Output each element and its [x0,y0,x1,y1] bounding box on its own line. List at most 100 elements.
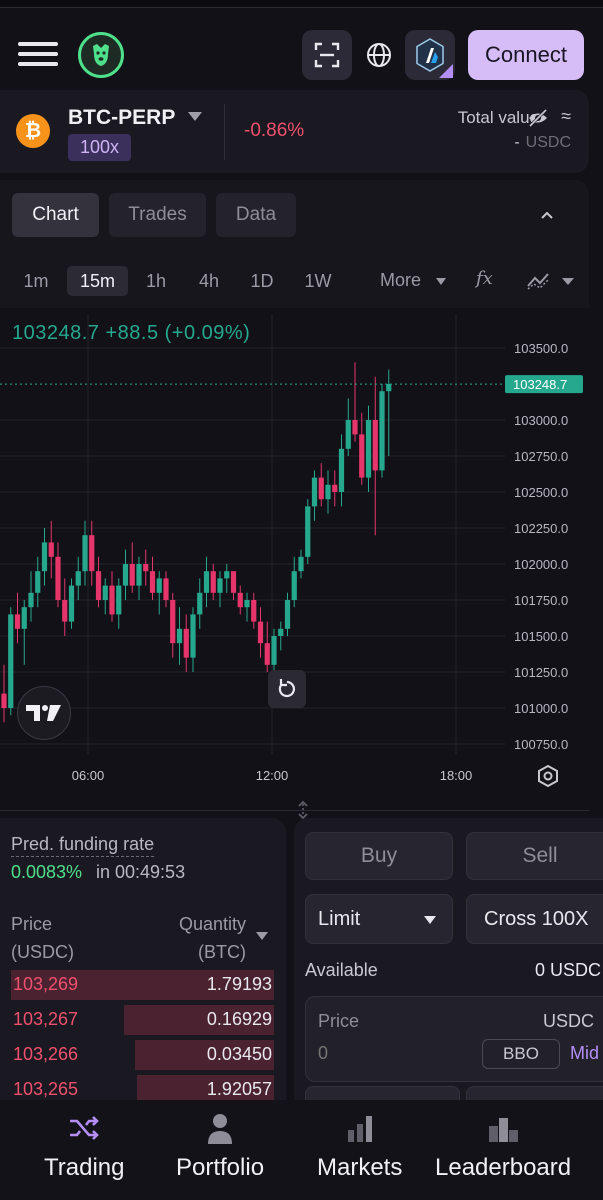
quantity-column-header[interactable]: Quantity (BTC) [166,910,246,966]
tab-data[interactable]: Data [216,193,296,237]
ask-row[interactable]: 103,266 0.03450 [11,1040,274,1070]
price-header-line2: (USDC) [11,942,74,962]
buy-button[interactable]: Buy [305,832,453,880]
size-field[interactable] [305,1086,460,1100]
indicators-fx-button[interactable]: fx [476,268,493,289]
nav-leaderboard[interactable]: Leaderboard [435,1112,571,1182]
ask-row[interactable]: 103,269 1.79193 [11,970,274,1000]
menu-icon[interactable] [18,42,58,68]
chevron-down-icon[interactable] [256,932,268,940]
candle [62,600,68,622]
y-tick-label: 101000.0 [514,701,568,716]
tradingview-logo[interactable] [17,686,71,740]
network-button[interactable] [405,30,455,80]
timeframe-4h[interactable]: 4h [189,266,229,296]
timeframe-1d[interactable]: 1D [242,266,282,296]
y-tick-label: 103000.0 [514,413,568,428]
chevron-up-icon[interactable] [540,208,554,222]
sell-button[interactable]: Sell [466,832,603,880]
candle [365,420,372,478]
candle [82,535,88,572]
ask-quantity: 0.16929 [206,1009,272,1029]
nav-markets[interactable]: Markets [317,1112,402,1182]
candlestick-chart[interactable]: 103500.0 103000.0 102750.0 102500.0 102250.0… [0,314,589,804]
shuffle-icon [70,1116,100,1140]
market-bar: ₿ BTC-PERP 100x -0.86% Total value ≈ - US… [0,90,589,173]
ask-price: 103,267 [13,1009,79,1029]
divider [224,104,225,160]
candle [230,571,237,593]
order-type-select[interactable]: Limit [305,894,453,944]
hide-eye-icon[interactable] [527,107,549,129]
candle [183,628,189,658]
candle [291,571,297,600]
tab-chart[interactable]: Chart [12,193,99,237]
candle [28,592,34,608]
scan-button[interactable] [302,30,352,80]
bbo-button[interactable]: BBO [482,1039,560,1069]
y-tick-label: 102750.0 [514,449,568,464]
mid-button[interactable]: Mid [570,1043,599,1064]
nav-trading[interactable]: Trading [44,1112,124,1182]
y-tick-label: 102500.0 [514,485,568,500]
x-tick-label: 12:00 [256,768,289,783]
candle [379,391,385,471]
price-field[interactable]: Price USDC BBO Mid [305,996,603,1082]
tab-trades[interactable]: Trades [109,193,206,237]
more-timeframes[interactable]: More [380,270,421,291]
y-tick-label: 102250.0 [514,521,568,536]
candle [55,556,61,600]
price-header-line1: Price [11,914,53,934]
ask-price: 103,265 [13,1079,79,1099]
candle [8,614,14,708]
divider [0,810,589,811]
connect-button[interactable]: Connect [468,30,584,80]
funding-rate-label[interactable]: Pred. funding rate [11,834,155,857]
candle [386,384,392,392]
ask-row[interactable]: 103,267 0.16929 [11,1005,274,1035]
chevron-down-icon[interactable] [436,278,446,285]
reset-chart-button[interactable] [268,670,306,708]
chart-style-icon[interactable] [526,270,576,292]
candle [14,614,21,629]
ask-row[interactable]: 103,265 1.92057 [11,1075,274,1100]
candle [284,600,291,629]
order-form: Buy Sell Limit Cross 100X Available 0 US… [294,818,603,1100]
timeframe-1w[interactable]: 1W [297,266,339,296]
available-value: 0 USDC [534,960,601,980]
candle [237,592,243,608]
chevron-down-icon[interactable] [188,112,202,121]
chart-settings-icon[interactable] [536,764,560,788]
margin-mode-select[interactable]: Cross 100X [466,894,603,944]
y-tick-label: 101250.0 [514,665,568,680]
candle [359,434,365,478]
size-unit-field[interactable] [466,1086,603,1100]
ask-quantity: 0.03450 [206,1044,272,1064]
timeframe-15m[interactable]: 15m [67,266,128,296]
y-tick-label: 100750.0 [514,737,568,752]
candle [278,628,284,636]
timeframe-1m[interactable]: 1m [16,266,56,296]
app-logo[interactable] [78,32,124,78]
leverage-badge[interactable]: 100x [68,134,132,161]
candle [197,592,203,615]
order-book: Pred. funding rate 0.0083% in 00:49:53 P… [0,818,286,1100]
timeframe-1h[interactable]: 1h [136,266,176,296]
candle [210,571,216,593]
market-selector[interactable]: BTC-PERP [68,106,175,130]
candle [176,628,183,644]
ask-quantity: 1.92057 [206,1079,272,1099]
qty-header-line1: Quantity [178,914,246,934]
available-label: Available [305,960,378,980]
candle [21,607,27,629]
nav-portfolio[interactable]: Portfolio [176,1112,264,1182]
candle [190,614,196,658]
globe-icon[interactable] [364,40,394,70]
price-input[interactable] [318,1043,468,1064]
candle [305,506,311,557]
total-value: - USDC [514,134,571,152]
candle [35,571,41,593]
bar-chart-icon [347,1116,372,1142]
scan-icon [314,42,340,68]
price-column-header: Price (USDC) [11,910,74,966]
